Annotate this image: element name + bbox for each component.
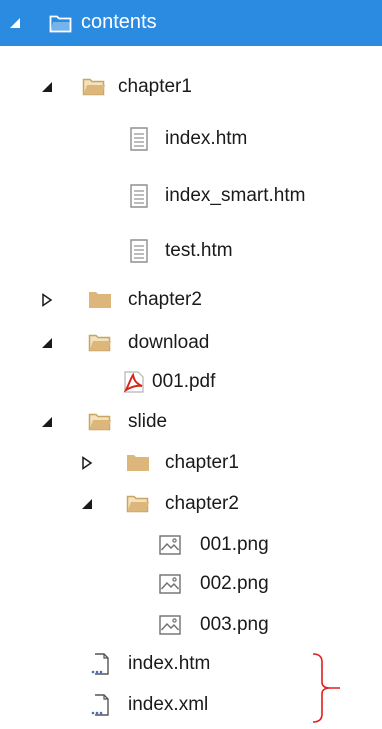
tree-item-001-pdf[interactable]: 001.pdf — [0, 367, 382, 397]
expanded-triangle-icon[interactable] — [80, 497, 94, 511]
tree-item-label: slide — [128, 411, 168, 432]
tree-item-label: chapter2 — [128, 289, 202, 310]
tree-item-download[interactable]: download — [0, 328, 382, 358]
tree-item-label: contents — [81, 11, 157, 33]
document-icon — [127, 184, 151, 208]
tree-item-label: index_smart.htm — [165, 185, 306, 206]
folder-open-icon — [88, 331, 112, 355]
annotation-bracket — [312, 653, 340, 723]
document-icon — [127, 239, 151, 263]
tree-item-003-png[interactable]: 003.png — [0, 610, 382, 640]
tree-item-slide-chapter2[interactable]: chapter2 — [0, 489, 382, 519]
pdf-icon — [122, 370, 146, 394]
tree-item-002-png[interactable]: 002.png — [0, 569, 382, 599]
image-icon — [158, 613, 182, 637]
tree-item-label: index.htm — [128, 653, 211, 674]
tree-item-chapter2[interactable]: chapter2 — [0, 285, 382, 315]
tree-item-index-smart-htm[interactable]: index_smart.htm — [0, 181, 382, 211]
tree-item-label: index.htm — [165, 128, 248, 149]
tree-item-index-htm[interactable]: index.htm — [0, 124, 382, 154]
tree-item-label: download — [128, 332, 210, 353]
folder-open-icon — [82, 75, 106, 99]
document-icon — [127, 127, 151, 151]
tree-item-label: index.xml — [128, 694, 209, 715]
tree-item-label: chapter1 — [165, 452, 239, 473]
collapsed-triangle-icon[interactable] — [40, 293, 54, 307]
tree-item-label: 001.png — [200, 534, 269, 555]
image-icon — [158, 533, 182, 557]
tree-item-test-htm[interactable]: test.htm — [0, 236, 382, 266]
tree-item-001-png[interactable]: 001.png — [0, 530, 382, 560]
tree-item-label: 001.pdf — [152, 371, 216, 392]
web-document-icon — [88, 693, 112, 717]
expanded-triangle-icon[interactable] — [40, 80, 54, 94]
web-document-icon — [88, 652, 112, 676]
folder-closed-icon — [88, 288, 112, 312]
tree-item-label: chapter2 — [165, 493, 239, 514]
tree-item-label: test.htm — [165, 240, 233, 261]
tree-item-slide-chapter1[interactable]: chapter1 — [0, 448, 382, 478]
expanded-triangle-icon[interactable] — [40, 415, 54, 429]
tree-item-label: chapter1 — [118, 76, 192, 97]
folder-closed-icon — [126, 451, 150, 475]
folder-open-icon — [126, 492, 150, 516]
tree-root-contents[interactable]: contents — [0, 0, 382, 46]
tree-item-chapter1[interactable]: chapter1 — [0, 72, 382, 102]
expanded-triangle-icon[interactable] — [40, 336, 54, 350]
tree-item-slide[interactable]: slide — [0, 407, 382, 437]
tree-item-label: 003.png — [200, 614, 269, 635]
folder-open-icon — [88, 410, 112, 434]
folder-open-icon — [49, 11, 73, 35]
expanded-triangle-icon[interactable] — [8, 16, 22, 30]
image-icon — [158, 572, 182, 596]
collapsed-triangle-icon[interactable] — [80, 456, 94, 470]
tree-item-label: 002.png — [200, 573, 269, 594]
